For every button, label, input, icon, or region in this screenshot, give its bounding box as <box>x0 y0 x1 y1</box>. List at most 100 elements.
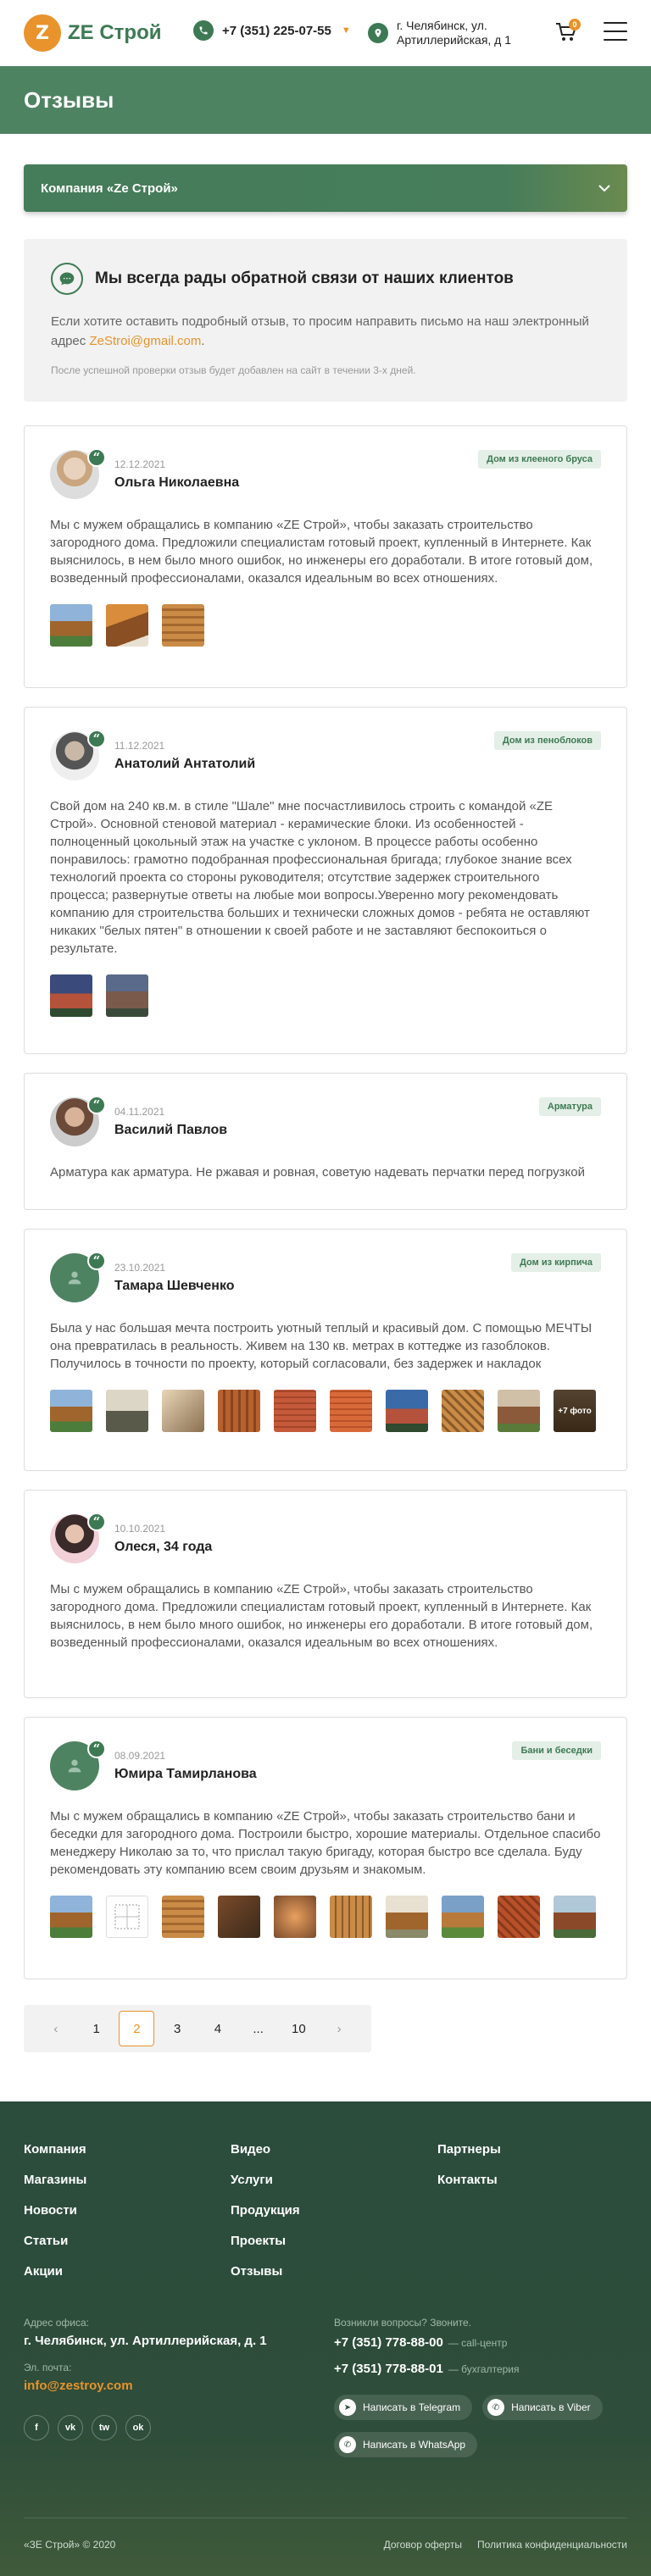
review-date: 04.11.2021 <box>114 1106 165 1118</box>
avatar: “ <box>50 1740 106 1790</box>
footer-phone-2[interactable]: +7 (351) 778-88-01 — бухгалтерия <box>334 2362 603 2376</box>
review-tag[interactable]: Дом из клееного бруса <box>478 450 601 469</box>
pagination: ‹ 1 2 3 4 ... 10 › <box>24 2005 371 2052</box>
page-link-active[interactable]: 2 <box>119 2011 155 2046</box>
footer-link-projects[interactable]: Проекты <box>231 2234 437 2251</box>
more-photos-label: +7 фото <box>554 1390 596 1432</box>
photo-thumbnail[interactable] <box>274 1896 316 1938</box>
twitter-icon[interactable]: tw <box>92 2415 117 2440</box>
logo-mark-icon: Z <box>24 14 61 52</box>
chevron-down-icon <box>598 185 610 192</box>
photo-thumbnail[interactable] <box>274 1390 316 1432</box>
page-link[interactable]: 3 <box>159 2011 195 2046</box>
photo-thumbnail[interactable] <box>498 1896 540 1938</box>
footer-link-stores[interactable]: Магазины <box>24 2173 231 2190</box>
telegram-label: Написать в Telegram <box>363 2401 461 2413</box>
photo-thumbnail[interactable] <box>162 1896 204 1938</box>
header-phone[interactable]: +7 (351) 225-07-55 ▼ <box>193 20 351 41</box>
avatar: “ <box>50 1252 106 1302</box>
review-author: Ольга Николаевна <box>114 475 240 490</box>
photo-thumbnail[interactable] <box>162 604 204 647</box>
vk-icon[interactable]: vk <box>58 2415 83 2440</box>
reviews-list: “ 12.12.2021 Ольга Николаевна Дом из кле… <box>24 425 627 1979</box>
photo-thumbnail[interactable] <box>106 974 148 1017</box>
cart-button[interactable]: 0 <box>555 19 581 44</box>
page-link[interactable]: 1 <box>79 2011 114 2046</box>
menu-burger-icon[interactable] <box>604 22 627 41</box>
pagination-next-icon[interactable]: › <box>321 2011 357 2046</box>
whatsapp-button[interactable]: ✆ Написать в WhatsApp <box>334 2432 478 2457</box>
footer-link-products[interactable]: Продукция <box>231 2203 437 2220</box>
chat-icon <box>51 263 83 295</box>
photo-thumbnail[interactable] <box>386 1390 428 1432</box>
photo-thumbnail[interactable] <box>442 1390 484 1432</box>
footer-link-news[interactable]: Новости <box>24 2203 231 2220</box>
facebook-icon[interactable]: f <box>24 2415 49 2440</box>
review-tag[interactable]: Дом из кирпича <box>511 1253 601 1272</box>
photo-thumbnail[interactable] <box>50 974 92 1017</box>
photo-thumbnail[interactable] <box>218 1896 260 1938</box>
review-tag[interactable]: Арматура <box>538 1097 601 1116</box>
footer-link-contacts[interactable]: Контакты <box>437 2173 644 2190</box>
page-ellipsis: ... <box>253 2021 264 2036</box>
review-author: Юмира Тамирланова <box>114 1767 257 1781</box>
page-link[interactable]: 10 <box>281 2011 316 2046</box>
viber-button[interactable]: ✆ Написать в Viber <box>482 2395 603 2420</box>
odnoklassniki-icon[interactable]: ok <box>125 2415 151 2440</box>
avatar: “ <box>50 730 106 780</box>
photo-thumbnail[interactable] <box>162 1390 204 1432</box>
offer-link[interactable]: Договор оферты <box>384 2539 462 2551</box>
footer-link-promotions[interactable]: Акции <box>24 2264 231 2281</box>
footer-link-services[interactable]: Услуги <box>231 2173 437 2190</box>
photo-thumbnail[interactable] <box>330 1896 372 1938</box>
review-photos <box>50 1896 601 1938</box>
company-select[interactable]: Компания «Ze Строй» <box>24 164 627 212</box>
info-email-link[interactable]: ZeStroi@gmail.com <box>89 334 201 348</box>
feedback-info-box: Мы всегда рады обратной связи от наших к… <box>24 239 627 402</box>
review-card: “ 04.11.2021 Василий Павлов Арматура Арм… <box>24 1073 627 1210</box>
photo-thumbnail[interactable] <box>106 1390 148 1432</box>
page-link[interactable]: 4 <box>200 2011 236 2046</box>
more-photos-thumbnail[interactable]: +7 фото <box>554 1390 596 1432</box>
quote-icon: “ <box>87 730 106 748</box>
telegram-icon: ➤ <box>339 2399 356 2416</box>
photo-thumbnail[interactable] <box>106 1896 148 1938</box>
photo-thumbnail[interactable] <box>106 604 148 647</box>
review-tag[interactable]: Дом из пеноблоков <box>493 731 601 750</box>
photo-thumbnail[interactable] <box>50 1896 92 1938</box>
phone-1-number: +7 (351) 778-88-00 <box>334 2335 443 2350</box>
photo-thumbnail[interactable] <box>330 1390 372 1432</box>
review-photos <box>50 604 601 647</box>
review-card: “ 10.10.2021 Олеся, 34 года Мы с мужем о… <box>24 1490 627 1698</box>
phone-2-number: +7 (351) 778-88-01 <box>334 2362 443 2376</box>
footer-link-video[interactable]: Видео <box>231 2142 437 2159</box>
header-address[interactable]: г. Челябинск, ул. Артиллерийская, д 1 <box>368 19 511 47</box>
info-text: Если хотите оставить подробный отзыв, то… <box>51 314 589 348</box>
photo-thumbnail[interactable] <box>50 604 92 647</box>
photo-thumbnail[interactable] <box>386 1896 428 1938</box>
photo-thumbnail[interactable] <box>498 1390 540 1432</box>
telegram-button[interactable]: ➤ Написать в Telegram <box>334 2395 473 2420</box>
photo-thumbnail[interactable] <box>442 1896 484 1938</box>
chevron-down-icon[interactable]: ▼ <box>342 25 351 36</box>
footer-link-reviews[interactable]: Отзывы <box>231 2264 437 2281</box>
photo-thumbnail[interactable] <box>554 1896 596 1938</box>
phone-icon <box>193 20 214 41</box>
logo[interactable]: Z ZE Строй <box>24 14 162 52</box>
footer-link-partners[interactable]: Партнеры <box>437 2142 644 2159</box>
photo-thumbnail[interactable] <box>50 1390 92 1432</box>
quote-icon: “ <box>87 1096 106 1114</box>
footer-phone-1[interactable]: +7 (351) 778-88-00 — call-центр <box>334 2335 603 2350</box>
footer-link-company[interactable]: Компания <box>24 2142 231 2159</box>
quote-icon: “ <box>87 448 106 467</box>
page-title-bar: Отзывы <box>0 66 651 134</box>
review-tag[interactable]: Бани и беседки <box>512 1741 601 1760</box>
review-text: Свой дом на 240 кв.м. в стиле "Шале" мне… <box>50 799 590 956</box>
pagination-prev-icon[interactable]: ‹ <box>38 2011 74 2046</box>
review-author: Василий Павлов <box>114 1123 228 1137</box>
privacy-link[interactable]: Политика конфиденциальности <box>477 2539 627 2551</box>
photo-thumbnail[interactable] <box>218 1390 260 1432</box>
address-label: Адрес офиса: <box>24 2317 89 2329</box>
footer-email-link[interactable]: info@zestroy.com <box>24 2379 334 2393</box>
footer-link-articles[interactable]: Статьи <box>24 2234 231 2251</box>
